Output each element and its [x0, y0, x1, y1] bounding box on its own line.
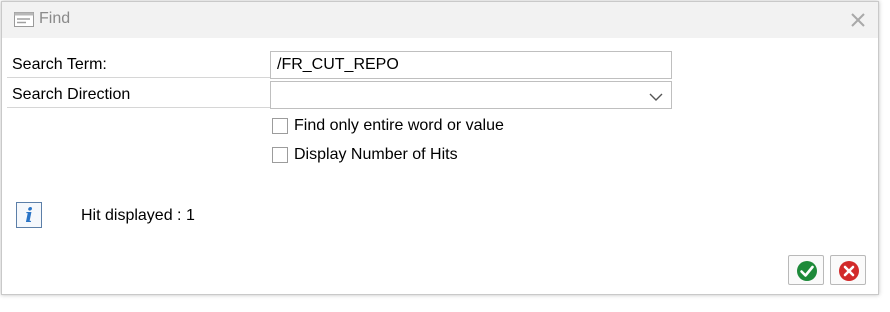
entire-word-checkbox[interactable]: [272, 118, 288, 134]
search-direction-label: Search Direction: [12, 86, 131, 103]
cancel-icon: [839, 261, 859, 281]
row-divider: [7, 107, 271, 108]
number-of-hits-checkbox[interactable]: [272, 147, 288, 163]
dialog-title: Find: [39, 10, 71, 27]
row-divider: [7, 77, 271, 78]
number-of-hits-label: Display Number of Hits: [294, 146, 458, 163]
find-dialog: Find Search Term: /FR_CUT_REPO Search Di…: [1, 1, 879, 295]
checkmark-icon: [797, 261, 817, 281]
confirm-button[interactable]: [788, 255, 824, 285]
search-term-input[interactable]: /FR_CUT_REPO: [270, 51, 672, 79]
dialog-titlebar: Find: [2, 2, 878, 38]
entire-word-label: Find only entire word or value: [294, 117, 504, 134]
search-term-label: Search Term:: [12, 56, 107, 73]
info-icon: i: [16, 202, 42, 228]
find-dialog-icon: [14, 12, 34, 27]
status-message: Hit displayed : 1: [81, 207, 195, 224]
entire-word-option[interactable]: Find only entire word or value: [272, 115, 504, 137]
close-icon[interactable]: [848, 10, 868, 30]
chevron-down-icon[interactable]: [649, 89, 663, 101]
cancel-button[interactable]: [830, 255, 866, 285]
search-direction-select[interactable]: [270, 81, 672, 109]
number-of-hits-option[interactable]: Display Number of Hits: [272, 144, 458, 166]
